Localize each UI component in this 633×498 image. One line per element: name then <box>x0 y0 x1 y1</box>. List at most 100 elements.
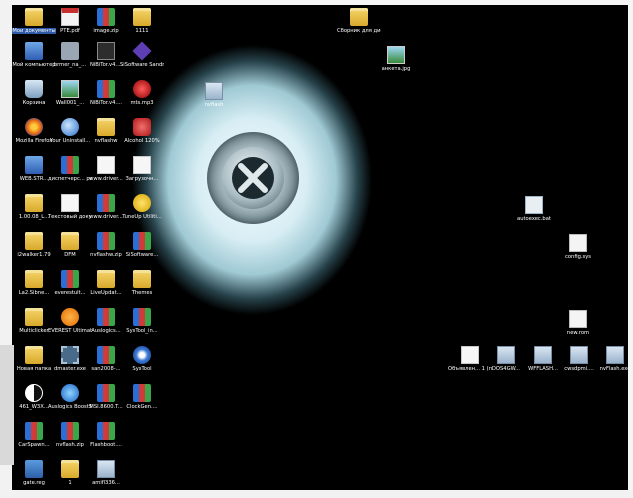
folder-icon <box>61 460 79 478</box>
screen-border-bottom <box>0 490 633 498</box>
desktop-icon[interactable]: SysTool <box>120 346 164 372</box>
rar-icon <box>97 346 115 364</box>
desktop-icon[interactable]: SiSoftware... <box>120 232 164 258</box>
desktop-icon[interactable]: Themes <box>120 270 164 296</box>
pdf-icon <box>61 8 79 26</box>
screen-border-right <box>628 0 633 498</box>
folder-icon <box>25 8 43 26</box>
desktop-icon[interactable]: SiSoftware Sandra P... <box>120 41 164 68</box>
rar-icon <box>97 80 115 98</box>
desktop-icon-label: 1111 <box>135 28 149 34</box>
desktop-icon[interactable]: 1111 <box>120 8 164 34</box>
desktop-icon[interactable]: анкета.jpg <box>374 46 418 72</box>
reg-icon <box>25 460 43 478</box>
folder-icon <box>25 232 43 250</box>
rar-icon <box>97 308 115 326</box>
blueball-icon <box>61 384 79 402</box>
rar-icon <box>133 384 151 402</box>
desktop[interactable]: Мои документы PTE.pdf image.zip 1111 Сборник… <box>0 0 633 498</box>
desktop-icon[interactable]: Alcohol 120% <box>120 118 164 144</box>
desktop-icon[interactable]: config.sys <box>556 234 600 260</box>
img-icon <box>61 80 79 98</box>
folder-icon <box>61 232 79 250</box>
desktop-icon-label: config.sys <box>565 254 591 260</box>
desktop-icon[interactable]: Сборник для дистр... <box>337 8 381 34</box>
rar-icon <box>97 194 115 212</box>
rar-icon <box>25 422 43 440</box>
desktop-icon[interactable]: Flashboot.... <box>84 422 128 448</box>
globe-icon <box>61 118 79 136</box>
screen-icon <box>534 346 552 364</box>
desktop-icon-label: Flashboot.... <box>90 442 122 448</box>
desktop-icon-label: SiSoftware Sandra P... <box>120 62 164 68</box>
folder-icon <box>350 8 368 26</box>
desktop-icon-label: nvFlash.exe <box>599 366 631 372</box>
purple-icon <box>132 41 152 61</box>
desktop-icon[interactable]: autoexec.bat <box>512 196 556 222</box>
rar-icon <box>97 232 115 250</box>
yinyang-icon <box>25 384 43 402</box>
desktop-icon-label: Сборник для дистр... <box>337 28 381 34</box>
alcohol-icon <box>133 118 151 136</box>
desktop-icon[interactable]: Загрузочн... <box>120 156 164 182</box>
desktop-icon[interactable]: amifl336... <box>84 460 128 486</box>
pc-icon <box>25 156 43 174</box>
desktop-icon[interactable]: nvFlash.exe <box>593 346 633 372</box>
rar-icon <box>133 232 151 250</box>
desktop-icon[interactable]: TuneUp Utiliti... <box>120 194 164 220</box>
desktop-icon-label: new.rom <box>566 330 590 336</box>
doc-icon <box>97 156 115 174</box>
screen-border-top <box>0 0 633 5</box>
desktop-icon[interactable]: new.rom <box>556 310 600 336</box>
folder-icon <box>25 270 43 288</box>
red-icon <box>133 80 151 98</box>
tuneup-icon <box>133 194 151 212</box>
desktop-icon-label: ClockGen.... <box>126 404 158 410</box>
doc-icon <box>133 156 151 174</box>
rar-icon <box>133 308 151 326</box>
screen-icon <box>205 82 223 100</box>
doc-icon <box>61 194 79 212</box>
pc-icon <box>25 42 43 60</box>
zip7-icon <box>97 42 115 60</box>
desktop-icon-label: Alcohol 120% <box>124 138 160 144</box>
rar-icon <box>97 8 115 26</box>
screen-icon <box>497 346 515 364</box>
folder-icon <box>25 346 43 364</box>
cpu-icon <box>61 346 79 364</box>
firefox-icon <box>25 118 43 136</box>
bin-icon <box>25 80 43 98</box>
rar-icon <box>61 156 79 174</box>
folder-icon <box>25 194 43 212</box>
desktop-icon-label: amifl336... <box>92 480 120 486</box>
desktop-icon-label: TuneUp Utiliti... <box>122 214 162 220</box>
screen-icon <box>97 460 115 478</box>
desktop-icon[interactable]: nvflash <box>192 82 236 108</box>
gear-icon <box>133 346 151 364</box>
desktop-icon-label: mts.mp3 <box>130 100 154 106</box>
folder-icon <box>25 308 43 326</box>
rar-icon <box>97 422 115 440</box>
desktop-icon-label: autoexec.bat <box>517 216 551 222</box>
desktop-icon-label: nvflash <box>204 102 224 108</box>
screen-icon <box>606 346 624 364</box>
folder-icon <box>97 118 115 136</box>
doc-icon <box>461 346 479 364</box>
desktop-icon-label: Themes <box>131 290 153 296</box>
desktop-icon-label: Загрузочн... <box>125 176 159 182</box>
folder-icon <box>97 270 115 288</box>
rar-icon <box>61 422 79 440</box>
rar-icon <box>61 270 79 288</box>
desktop-icon[interactable]: ClockGen.... <box>120 384 164 410</box>
desktop-icon-label: анкета.jpg <box>381 66 411 72</box>
sys-icon <box>569 310 587 328</box>
desktop-icon-label: SysTool <box>132 366 152 372</box>
desktop-icon[interactable]: SysTool_in... <box>120 308 164 334</box>
wallpaper-drain-cross <box>238 163 268 193</box>
rar-icon <box>97 384 115 402</box>
desktop-icon-label: SiSoftware... <box>125 252 159 258</box>
desktop-icon-label: SysTool_in... <box>126 328 158 334</box>
desktop-icon[interactable]: mts.mp3 <box>120 80 164 106</box>
printer-icon <box>61 42 79 60</box>
folder-icon <box>133 270 151 288</box>
